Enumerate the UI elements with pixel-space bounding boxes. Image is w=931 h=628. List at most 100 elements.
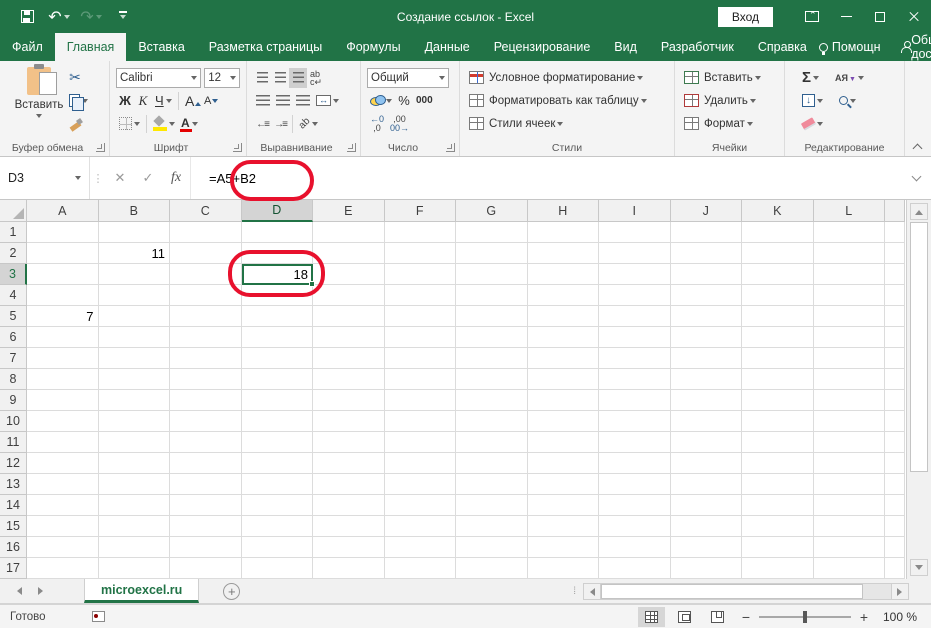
cancel-formula-button[interactable]: ✕ <box>106 157 134 199</box>
cell-I1[interactable] <box>599 222 671 243</box>
new-sheet-button[interactable]: + <box>223 582 241 600</box>
cell-E6[interactable] <box>313 327 385 348</box>
cell-I11[interactable] <box>599 432 671 453</box>
next-sheet-button[interactable] <box>38 587 47 595</box>
cell-C4[interactable] <box>170 285 242 306</box>
accounting-format-button[interactable] <box>367 91 395 111</box>
cell-I13[interactable] <box>599 474 671 495</box>
cut-button[interactable] <box>66 68 84 88</box>
cell-G8[interactable] <box>456 369 528 390</box>
cell-L16[interactable] <box>813 537 885 558</box>
cell-F6[interactable] <box>384 327 456 348</box>
decrease-indent-button[interactable] <box>253 114 271 134</box>
row-header-1[interactable]: 1 <box>0 222 27 243</box>
scroll-left-button[interactable] <box>583 583 601 600</box>
cell-E8[interactable] <box>313 369 385 390</box>
scroll-right-button[interactable] <box>891 583 909 600</box>
cell-G10[interactable] <box>456 411 528 432</box>
cell-G4[interactable] <box>456 285 528 306</box>
cell-partial-12[interactable] <box>885 453 905 474</box>
cell-D14[interactable] <box>241 495 313 516</box>
cell-C7[interactable] <box>170 348 242 369</box>
formula-bar-splitter[interactable]: ⋮ <box>90 172 106 185</box>
cell-F16[interactable] <box>384 537 456 558</box>
select-all-corner[interactable] <box>0 200 27 222</box>
cell-F2[interactable] <box>384 243 456 264</box>
find-select-button[interactable] <box>836 91 859 111</box>
column-header-C[interactable]: C <box>170 200 242 222</box>
row-header-11[interactable]: 11 <box>0 432 27 453</box>
assistant-button[interactable]: Помощн <box>818 40 881 55</box>
cell-J11[interactable] <box>670 432 742 453</box>
ribbon-tab-файл[interactable]: Файл <box>0 33 55 61</box>
cell-C1[interactable] <box>170 222 242 243</box>
column-header-J[interactable]: J <box>670 200 742 222</box>
customize-qat-button[interactable] <box>110 5 136 29</box>
cell-A12[interactable] <box>27 453 99 474</box>
cell-D6[interactable] <box>241 327 313 348</box>
vertical-scroll-thumb[interactable] <box>910 222 928 472</box>
cell-G3[interactable] <box>456 264 528 285</box>
cell-D8[interactable] <box>241 369 313 390</box>
column-header-I[interactable]: I <box>599 200 671 222</box>
cell-K9[interactable] <box>742 390 814 411</box>
horizontal-scroll-thumb[interactable] <box>601 584 863 599</box>
zoom-out-button[interactable]: − <box>737 609 755 625</box>
cell-D10[interactable] <box>241 411 313 432</box>
cell-J8[interactable] <box>670 369 742 390</box>
cell-E7[interactable] <box>313 348 385 369</box>
zoom-level[interactable]: 100 % <box>873 610 917 624</box>
cell-A8[interactable] <box>27 369 99 390</box>
macro-record-icon[interactable] <box>91 611 105 622</box>
cell-C15[interactable] <box>170 516 242 537</box>
format-painter-button[interactable] <box>66 114 86 134</box>
column-header-L[interactable]: L <box>813 200 885 222</box>
cell-H2[interactable] <box>527 243 599 264</box>
cell-A13[interactable] <box>27 474 99 495</box>
fill-color-button[interactable] <box>150 114 178 134</box>
previous-sheet-button[interactable] <box>13 587 22 595</box>
insert-function-button[interactable]: fx <box>162 157 190 199</box>
row-header-6[interactable]: 6 <box>0 327 27 348</box>
cell-partial-16[interactable] <box>885 537 905 558</box>
cell-I15[interactable] <box>599 516 671 537</box>
sort-filter-button[interactable]: АЯ <box>832 68 867 88</box>
row-header-14[interactable]: 14 <box>0 495 27 516</box>
minimize-button[interactable] <box>829 0 863 33</box>
page-layout-view-button[interactable] <box>671 607 698 627</box>
cell-C12[interactable] <box>170 453 242 474</box>
cell-partial-10[interactable] <box>885 411 905 432</box>
merge-center-button[interactable] <box>313 91 342 111</box>
cell-B14[interactable] <box>98 495 170 516</box>
cell-E9[interactable] <box>313 390 385 411</box>
cell-C3[interactable] <box>170 264 242 285</box>
cell-C14[interactable] <box>170 495 242 516</box>
cell-E17[interactable] <box>313 558 385 579</box>
signin-button[interactable]: Вход <box>717 6 773 27</box>
cell-I16[interactable] <box>599 537 671 558</box>
cell-E14[interactable] <box>313 495 385 516</box>
cell-B9[interactable] <box>98 390 170 411</box>
row-header-10[interactable]: 10 <box>0 411 27 432</box>
cell-F8[interactable] <box>384 369 456 390</box>
scroll-down-button[interactable] <box>910 559 928 576</box>
column-header-G[interactable]: G <box>456 200 528 222</box>
cell-L2[interactable] <box>813 243 885 264</box>
cell-J16[interactable] <box>670 537 742 558</box>
cell-L3[interactable] <box>813 264 885 285</box>
cell-B16[interactable] <box>98 537 170 558</box>
column-header-D[interactable]: D <box>241 200 313 222</box>
cell-K1[interactable] <box>742 222 814 243</box>
number-format-select[interactable]: Общий <box>367 67 449 88</box>
row-header-7[interactable]: 7 <box>0 348 27 369</box>
cell-K15[interactable] <box>742 516 814 537</box>
font-color-button[interactable]: А <box>178 114 201 134</box>
tab-split-handle[interactable]: ⁞ <box>573 586 577 597</box>
cell-J4[interactable] <box>670 285 742 306</box>
row-header-15[interactable]: 15 <box>0 516 27 537</box>
cell-H14[interactable] <box>527 495 599 516</box>
cell-H4[interactable] <box>527 285 599 306</box>
vertical-scrollbar[interactable] <box>906 200 931 579</box>
cell-K3[interactable] <box>742 264 814 285</box>
grow-font-button[interactable]: А <box>182 91 202 111</box>
